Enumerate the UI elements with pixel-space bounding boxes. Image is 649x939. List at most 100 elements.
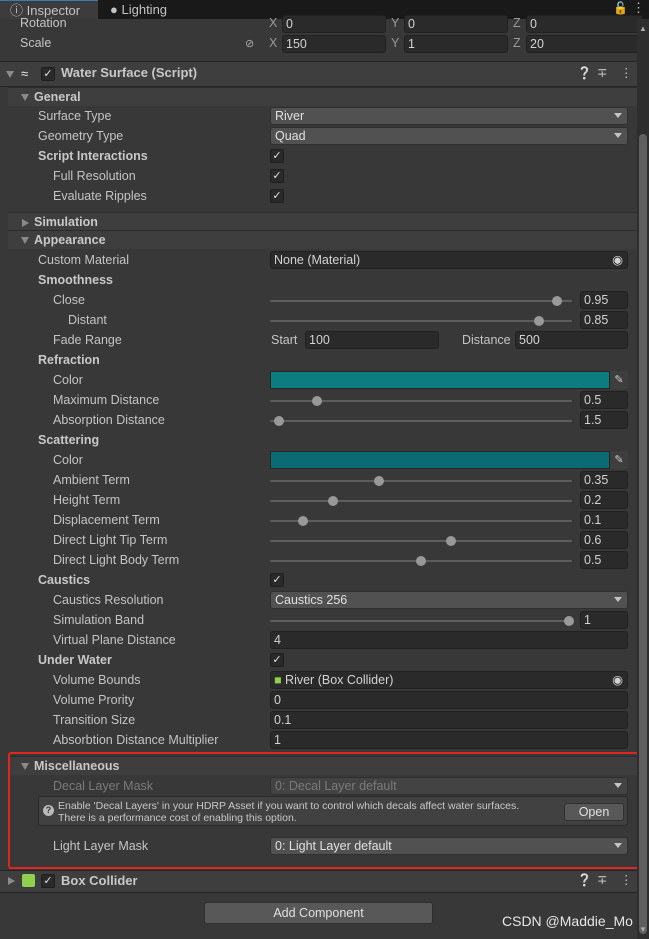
checkbox[interactable]: ✓ [270, 653, 284, 667]
scale-z-field[interactable]: 20 [526, 35, 643, 53]
slider-handle[interactable] [328, 496, 339, 506]
slider-value-field[interactable]: 0.5 [580, 551, 628, 569]
checkbox[interactable]: ✓ [270, 149, 284, 163]
checkbox[interactable]: ✓ [270, 189, 284, 203]
scale-y-field[interactable]: 1 [404, 35, 508, 53]
object-field[interactable]: ■ River (Box Collider) ◉ [270, 671, 628, 689]
slider-handle[interactable] [373, 476, 384, 486]
slider-track[interactable] [270, 480, 572, 482]
slider-handle[interactable] [563, 616, 574, 626]
dropdown[interactable]: Caustics 256 [270, 591, 628, 609]
color-field[interactable] [270, 371, 610, 389]
field-label: Direct Light Body Term [53, 553, 180, 567]
group-simulation[interactable]: Simulation [8, 212, 637, 231]
enabled-checkbox[interactable]: ✓ [41, 67, 55, 81]
help-icon[interactable]: ❔ [577, 873, 592, 887]
field-label: Under Water [38, 653, 112, 667]
slider-track[interactable] [270, 620, 572, 622]
box-collider-header[interactable]: ✓ Box Collider ❔ ∓ ⋮ [0, 871, 637, 892]
watermark: CSDN @Maddie_Mo [502, 913, 633, 929]
eyedropper-icon[interactable]: ✎ [610, 371, 628, 389]
axis-label: Y [391, 36, 400, 50]
slider-track[interactable] [270, 520, 572, 522]
slider-handle[interactable] [551, 296, 562, 306]
object-picker-icon[interactable]: ◉ [612, 672, 623, 688]
scrollbar-thumb[interactable] [639, 134, 647, 934]
fade-distance-field[interactable]: 500 [515, 331, 628, 349]
checkbox[interactable]: ✓ [270, 573, 284, 587]
slider-handle[interactable] [298, 516, 309, 526]
slider-handle[interactable] [274, 416, 285, 426]
foldout-arrow-icon[interactable] [22, 219, 29, 227]
slider-value-field[interactable]: 1 [580, 611, 628, 629]
slider-track[interactable] [270, 420, 572, 422]
rotation-y-field[interactable]: 0 [404, 15, 508, 33]
field-label: Fade Range [53, 333, 122, 347]
field-label: Maximum Distance [53, 393, 160, 407]
enabled-checkbox[interactable]: ✓ [41, 874, 55, 888]
slider-value-field[interactable]: 0.95 [580, 291, 628, 309]
slider-value-field[interactable]: 0.5 [580, 391, 628, 409]
rotation-x-field[interactable]: 0 [282, 15, 386, 33]
group-general[interactable]: General [8, 87, 637, 106]
slider-track[interactable] [270, 540, 572, 542]
foldout-arrow-icon[interactable] [21, 94, 29, 101]
slider-handle[interactable] [533, 316, 544, 326]
slider-value-field[interactable]: 1.5 [580, 411, 628, 429]
object-field[interactable]: None (Material) ◉ [270, 251, 628, 269]
add-component-button[interactable]: Add Component [204, 902, 433, 924]
field-label: Volume Prority [53, 693, 135, 707]
help-icon[interactable]: ❔ [577, 66, 592, 80]
scale-x-field[interactable]: 150 [282, 35, 386, 53]
more-icon[interactable]: ⋮ [620, 65, 633, 80]
foldout-arrow-icon[interactable] [8, 877, 15, 885]
dropdown[interactable]: River [270, 107, 628, 125]
slider-handle[interactable] [416, 556, 426, 566]
rotation-z-field[interactable]: 0 [526, 15, 643, 33]
field-label: Absorbtion Distance Multiplier [53, 733, 219, 747]
slider-value-field[interactable]: 0.2 [580, 491, 628, 509]
object-picker-icon[interactable]: ◉ [612, 252, 623, 268]
slider-value-field[interactable]: 0.35 [580, 471, 628, 489]
field-label: Caustics [38, 573, 91, 587]
slider-value-field[interactable]: 0.6 [580, 531, 628, 549]
field-label: Custom Material [38, 253, 129, 267]
slider-handle[interactable] [446, 536, 457, 546]
axis-label: Z [513, 36, 521, 50]
fade-start-field[interactable]: 100 [305, 331, 439, 349]
field-label: Full Resolution [53, 169, 136, 183]
slider-track[interactable] [270, 300, 572, 302]
tab-lighting[interactable]: ● Lighting [100, 0, 167, 19]
slider-value-field[interactable]: 0.1 [580, 511, 628, 529]
color-field[interactable] [270, 451, 610, 469]
checkbox[interactable]: ✓ [270, 169, 284, 183]
slider-track[interactable] [270, 320, 572, 322]
text-field[interactable]: 1 [270, 731, 628, 749]
text-field[interactable]: 4 [270, 631, 628, 649]
scrollbar[interactable]: ▲ ▼ [637, 19, 649, 939]
foldout-arrow-icon[interactable] [6, 71, 14, 78]
text-field[interactable]: 0 [270, 691, 628, 709]
lock-icon[interactable]: 🔓 [613, 1, 628, 15]
eyedropper-icon[interactable]: ✎ [610, 451, 628, 469]
slider-handle[interactable] [311, 396, 322, 406]
more-icon[interactable]: ⋮ [620, 872, 633, 887]
group-appearance[interactable]: Appearance [8, 230, 637, 249]
field-label: Color [53, 453, 83, 467]
foldout-arrow-icon[interactable] [21, 237, 29, 244]
box-collider-icon: ■ [274, 673, 282, 687]
field-label: Direct Light Tip Term [53, 533, 168, 547]
axis-label: X [269, 16, 278, 30]
dropdown[interactable]: Quad [270, 127, 628, 145]
more-icon[interactable]: ⋮ [632, 0, 645, 16]
slider-value-field[interactable]: 0.85 [580, 311, 628, 329]
rotation-label: Rotation [20, 16, 67, 30]
slider-track[interactable] [270, 500, 572, 502]
field-label: Refraction [38, 353, 100, 367]
preset-icon[interactable]: ∓ [597, 872, 607, 887]
axis-label: Z [513, 16, 521, 30]
preset-icon[interactable]: ∓ [597, 65, 607, 80]
water-surface-header[interactable]: ≈ ✓ Water Surface (Script) ❔ ∓ ⋮ [0, 62, 637, 86]
text-field[interactable]: 0.1 [270, 711, 628, 729]
link-icon[interactable]: ⊘ [245, 37, 254, 50]
